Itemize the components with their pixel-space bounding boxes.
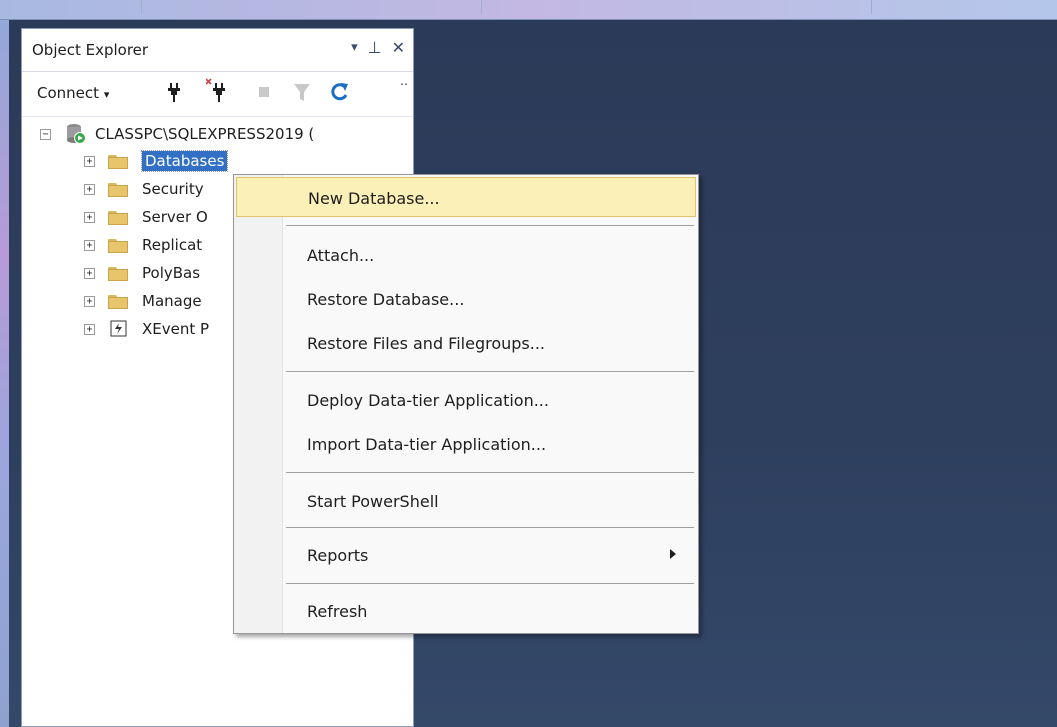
tree-item-label: Server O <box>142 208 208 226</box>
menu-item-deploy-data-tier[interactable]: Deploy Data-tier Application... <box>236 380 696 420</box>
folder-icon <box>108 209 130 225</box>
folder-icon <box>108 181 130 197</box>
menu-item-label: Deploy Data-tier Application... <box>307 391 549 410</box>
toolbar-overflow-icon[interactable]: ‥ <box>400 74 408 88</box>
menu-item-label: New Database... <box>308 189 440 208</box>
tree-item-label: PolyBas <box>142 264 201 282</box>
object-explorer-title-bar: Object Explorer ▾ ⊥ ✕ <box>22 29 413 72</box>
expand-icon[interactable]: + <box>84 239 95 251</box>
panel-title: Object Explorer <box>32 41 149 59</box>
refresh-icon[interactable] <box>331 82 349 102</box>
menu-item-label: Reports <box>307 546 369 565</box>
tree-row-server-objects[interactable]: + Server O <box>84 204 208 230</box>
connect-button[interactable]: Connect ▾ <box>37 84 109 102</box>
expand-icon[interactable]: + <box>84 155 95 167</box>
xevent-icon <box>110 320 127 337</box>
menu-item-label: Attach... <box>307 246 375 265</box>
tree-row-server[interactable]: − CLASSPC\SQLEXPRESS2019 ( <box>40 121 314 147</box>
panel-options-dropdown-icon[interactable]: ▾ <box>351 40 358 57</box>
folder-icon <box>108 265 130 281</box>
context-menu: New Database... Attach... Restore Databa… <box>233 174 699 634</box>
tree-row-xevent-profiler[interactable]: + XEvent P <box>84 316 209 342</box>
server-icon <box>67 124 86 144</box>
menu-separator <box>286 225 694 226</box>
expand-icon[interactable]: + <box>84 183 95 195</box>
tree-row-polybase[interactable]: + PolyBas <box>84 260 200 286</box>
stop-icon[interactable] <box>259 87 269 97</box>
submenu-arrow-icon <box>670 549 676 559</box>
menu-item-label: Import Data-tier Application... <box>307 435 547 454</box>
folder-icon <box>108 237 130 253</box>
menu-item-reports[interactable]: Reports <box>236 535 696 575</box>
menu-separator <box>286 371 694 372</box>
expand-icon[interactable]: + <box>84 267 95 279</box>
pin-icon[interactable]: ⊥ <box>368 38 382 57</box>
tree-item-label: Manage <box>142 292 202 310</box>
menu-item-refresh[interactable]: Refresh <box>236 591 696 631</box>
object-explorer-toolbar: Connect ▾ ‥ <box>22 72 413 117</box>
toolbar-divider <box>870 0 872 14</box>
chevron-down-icon: ▾ <box>103 88 110 101</box>
expand-icon[interactable]: + <box>84 295 95 307</box>
filter-icon[interactable] <box>294 84 310 102</box>
menu-separator <box>286 527 694 528</box>
collapse-icon[interactable]: − <box>40 128 51 140</box>
toolbar-divider <box>480 0 482 14</box>
tree-item-label: Security <box>142 180 204 198</box>
toolbar-divider <box>140 0 142 14</box>
disconnect-icon[interactable] <box>206 78 228 102</box>
close-icon[interactable]: ✕ <box>392 38 405 57</box>
tree-row-management[interactable]: + Manage <box>84 288 202 314</box>
menu-separator <box>286 472 694 473</box>
folder-icon <box>108 153 130 169</box>
folder-icon <box>108 293 130 309</box>
menu-item-label: Restore Files and Filegroups... <box>307 334 546 353</box>
server-node-label: CLASSPC\SQLEXPRESS2019 ( <box>95 125 315 143</box>
menu-item-start-powershell[interactable]: Start PowerShell <box>236 481 696 521</box>
menu-item-restore-files[interactable]: Restore Files and Filegroups... <box>236 323 696 363</box>
tree-item-label: XEvent P <box>142 320 210 338</box>
desktop-left-edge <box>0 0 9 727</box>
connect-plug-icon[interactable] <box>167 83 181 103</box>
menu-item-new-database[interactable]: New Database... <box>236 177 696 217</box>
tree-row-databases[interactable]: + Databases <box>84 148 229 174</box>
menu-separator <box>286 583 694 584</box>
menu-item-label: Restore Database... <box>307 290 465 309</box>
menu-item-restore-database[interactable]: Restore Database... <box>236 279 696 319</box>
menu-item-label: Refresh <box>307 602 368 621</box>
menu-item-attach[interactable]: Attach... <box>236 235 696 275</box>
expand-icon[interactable]: + <box>84 323 95 335</box>
tree-row-security[interactable]: + Security <box>84 176 204 202</box>
menu-item-import-data-tier[interactable]: Import Data-tier Application... <box>236 424 696 464</box>
tree-row-replication[interactable]: + Replicat <box>84 232 202 258</box>
tree-item-label: Databases <box>140 150 229 172</box>
top-toolbar-strip <box>0 0 1057 20</box>
expand-icon[interactable]: + <box>84 211 95 223</box>
tree-item-label: Replicat <box>142 236 203 254</box>
connect-label: Connect <box>37 84 100 102</box>
menu-item-label: Start PowerShell <box>307 492 439 511</box>
